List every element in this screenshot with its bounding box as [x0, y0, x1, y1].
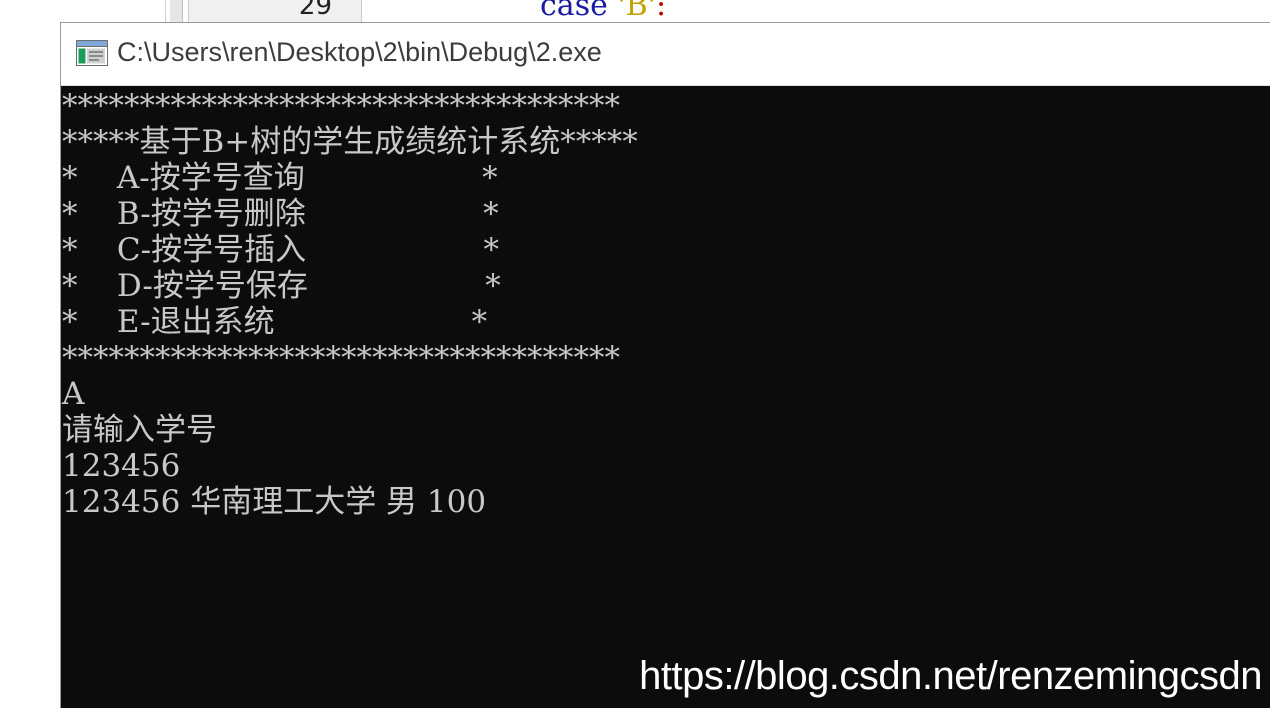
console-line: *****基于B+树的学生成绩统计系统***** — [62, 124, 638, 160]
background-code-editor: 29 case 'B': — [0, 0, 1270, 22]
editor-side-panel — [0, 0, 166, 22]
console-app-icon — [76, 40, 108, 66]
editor-code-line[interactable]: case 'B': — [540, 0, 666, 22]
console-line: * A-按学号查询 * — [62, 160, 498, 196]
console-line: * E-退出系统 * — [62, 304, 488, 340]
code-keyword: case — [540, 0, 608, 22]
console-line: ************************************ — [62, 88, 620, 124]
editor-line-number: 29 — [298, 0, 332, 21]
console-line: ************************************ — [62, 340, 620, 376]
console-window[interactable]: C:\Users\ren\Desktop\2\bin\Debug\2.exe *… — [60, 22, 1270, 708]
console-output[interactable]: ************************************ ***… — [61, 86, 1270, 708]
console-line: * C-按学号插入 * — [62, 232, 499, 268]
watermark-url: https://blog.csdn.net/renzemingcsdn — [639, 654, 1262, 698]
code-string: 'B' — [617, 0, 656, 22]
code-punctuation: : — [655, 0, 667, 22]
console-line: 123456 — [62, 448, 181, 484]
console-line: 请输入学号 — [62, 412, 217, 448]
editor-margin — [170, 0, 183, 22]
window-title: C:\Users\ren\Desktop\2\bin\Debug\2.exe — [117, 37, 602, 67]
screen: 29 case 'B': C:\Users\ren\Desktop\2\bin\… — [0, 0, 1270, 708]
console-line: * B-按学号删除 * — [62, 196, 499, 232]
console-line: * D-按学号保存 * — [62, 268, 501, 304]
console-line: 123456 华南理工大学 男 100 — [62, 484, 487, 520]
console-line: A — [62, 376, 85, 412]
window-title-bar[interactable]: C:\Users\ren\Desktop\2\bin\Debug\2.exe — [61, 23, 1270, 86]
